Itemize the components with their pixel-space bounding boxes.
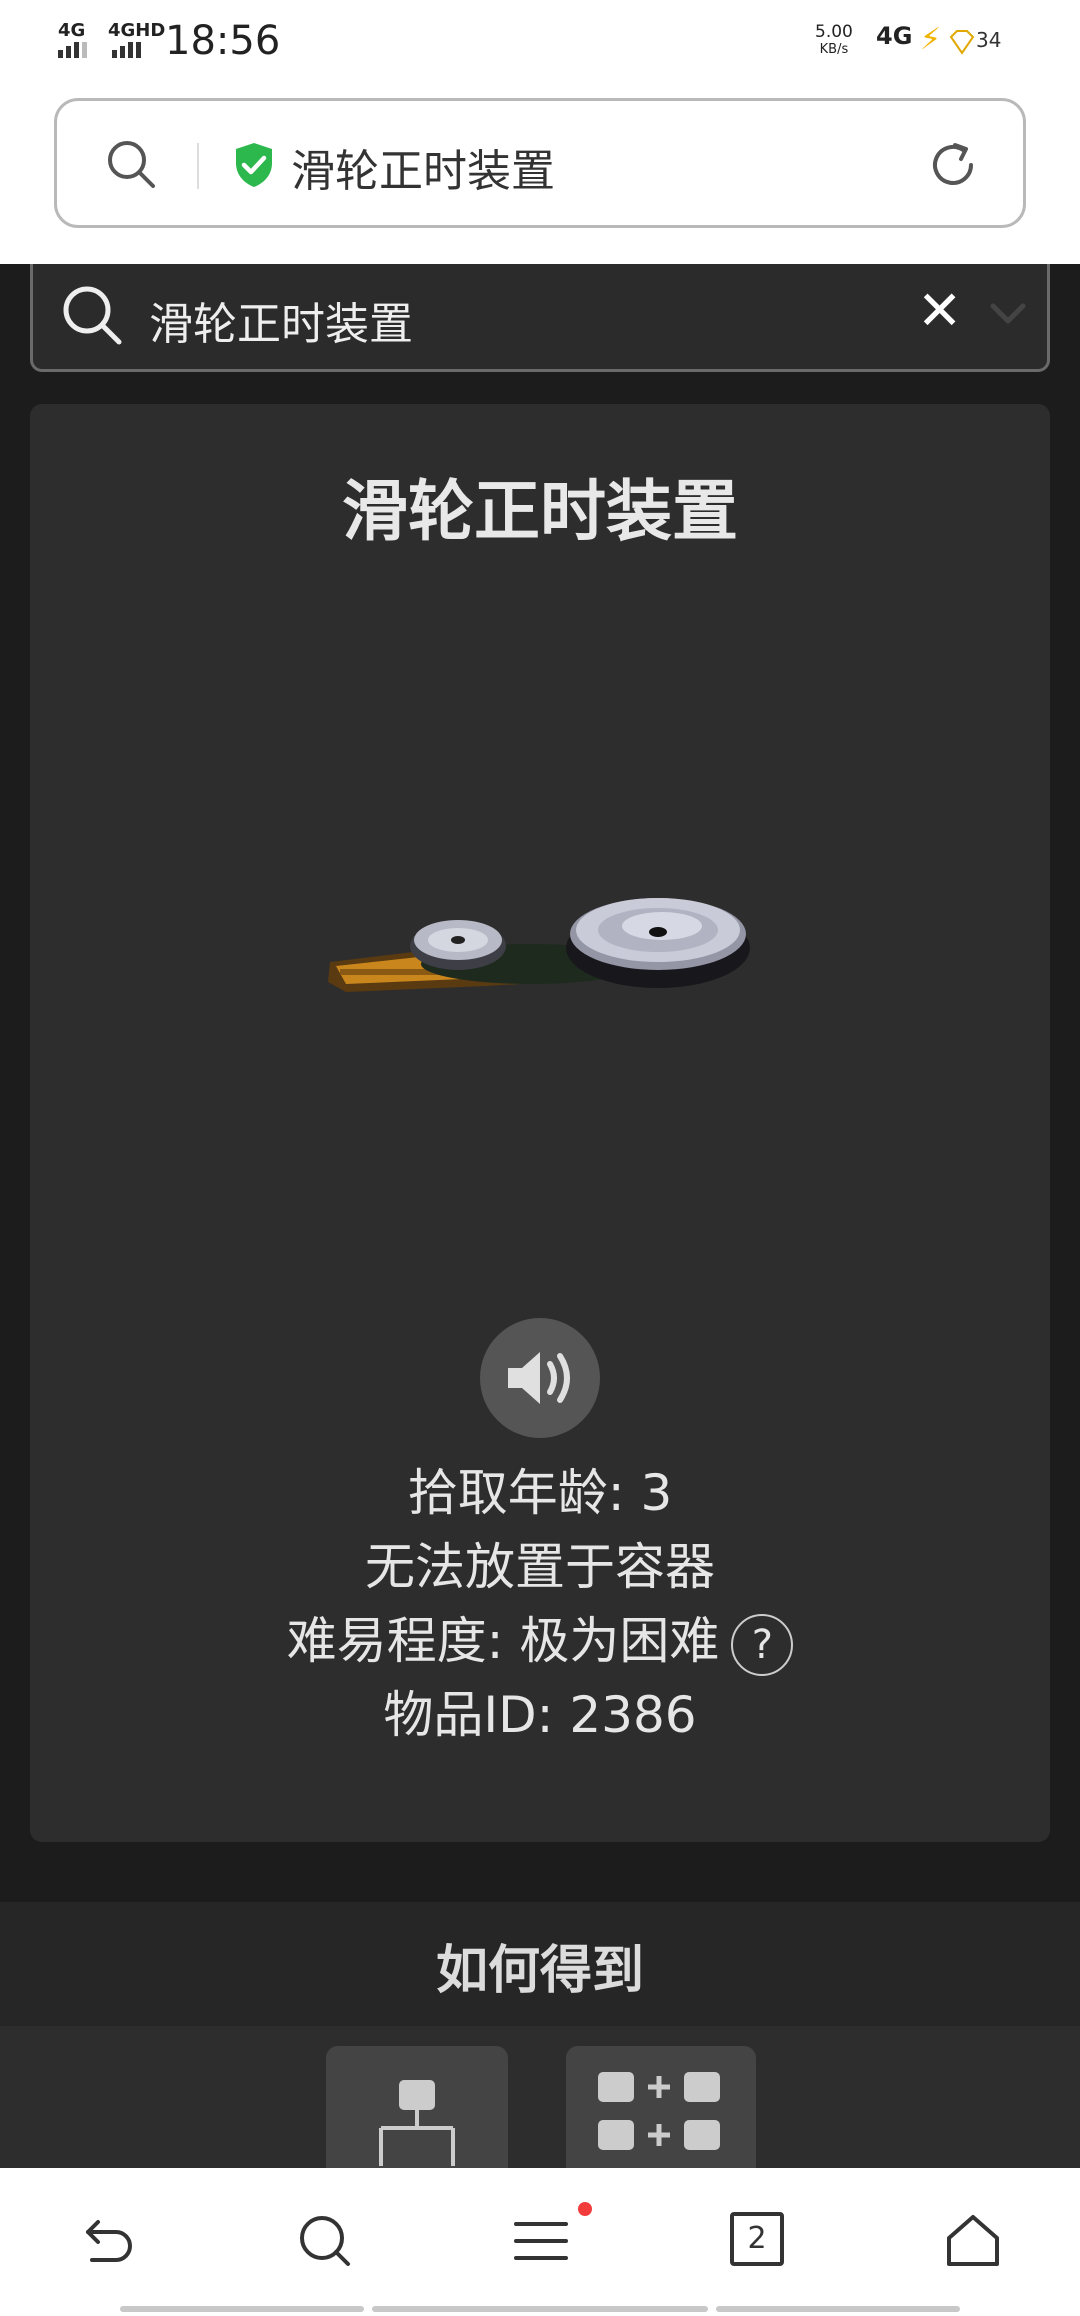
- network-speed: 5.00 KB/s: [815, 24, 853, 58]
- recipe-tree-tab[interactable]: [326, 2046, 508, 2168]
- combine-grid-icon: [598, 2072, 720, 2150]
- signal-bars-1-icon: [58, 42, 87, 58]
- search-icon[interactable]: [296, 2212, 354, 2270]
- back-icon[interactable]: [80, 2212, 138, 2270]
- search-icon: [63, 286, 122, 345]
- secure-shield-icon: [236, 143, 272, 187]
- address-text[interactable]: 滑轮正时装置: [291, 135, 555, 199]
- network-speed-unit: KB/s: [819, 42, 849, 57]
- play-sound-button[interactable]: [480, 1318, 600, 1438]
- battery-level: 34: [948, 28, 1001, 55]
- recipe-combine-tab[interactable]: [566, 2046, 756, 2168]
- item-title: 滑轮正时装置: [342, 473, 738, 550]
- tabs-button[interactable]: 2: [730, 2212, 784, 2266]
- page-content: 滑轮正时装置 ✕ 滑轮正时装置 拾取年龄: 3 无法放置于容器 难易程度: 极为…: [0, 264, 1080, 2168]
- container-rule: 无法放置于容器: [365, 1538, 715, 1596]
- divider: [197, 143, 199, 189]
- reload-icon[interactable]: [925, 137, 981, 193]
- network-type: 4G: [876, 22, 913, 50]
- signal-bars-2-icon: [112, 42, 141, 58]
- gesture-bar-left: [120, 2306, 364, 2312]
- status-bar: 4G 4GHD 18:56 5.00 KB/s 4G ⚡ 34: [0, 0, 1080, 86]
- address-bar[interactable]: 滑轮正时装置: [54, 98, 1026, 228]
- how-to-get-title: 如何得到: [435, 1941, 644, 2001]
- how-to-get-header: 如何得到: [0, 1902, 1080, 2026]
- search-input[interactable]: 滑轮正时装置: [149, 288, 413, 352]
- gesture-bar-right: [716, 2306, 960, 2312]
- tree-diagram-icon: [379, 2080, 455, 2166]
- bottom-nav: 2: [0, 2168, 1080, 2316]
- menu-icon[interactable]: [512, 2212, 570, 2270]
- item-info: 拾取年龄: 3 无法放置于容器 难易程度: 极为困难? 物品ID: 2386: [30, 1456, 1050, 1752]
- charging-icon: ⚡: [920, 22, 942, 57]
- chevron-down-icon[interactable]: [985, 290, 1031, 336]
- item-search-box[interactable]: 滑轮正时装置 ✕: [30, 264, 1050, 372]
- clock: 18:56: [165, 18, 281, 64]
- signal-label-1: 4G: [58, 20, 86, 41]
- signal-label-2: 4GHD: [108, 20, 166, 41]
- browser-toolbar: 滑轮正时装置: [0, 86, 1080, 264]
- gesture-bar-center: [372, 2306, 708, 2312]
- pulley-timing-device-image: [328, 898, 750, 992]
- item-id: 物品ID: 2386: [383, 1686, 697, 1744]
- battery-icon: [949, 29, 975, 55]
- home-icon[interactable]: [944, 2212, 1002, 2270]
- pickup-age: 拾取年龄: 3: [407, 1464, 673, 1522]
- tab-count: 2: [747, 2221, 767, 2256]
- difficulty-help-button[interactable]: ?: [731, 1613, 794, 1676]
- difficulty-row: 难易程度: 极为困难?: [30, 1604, 1050, 1678]
- battery-percent: 34: [976, 28, 1002, 52]
- network-speed-value: 5.00: [815, 22, 853, 42]
- how-to-get-tabs: [0, 2026, 1080, 2168]
- speaker-icon: [508, 1352, 570, 1404]
- item-card: 滑轮正时装置 拾取年龄: 3 无法放置于容器 难易程度: 极为困难 ? 物品ID…: [30, 404, 1050, 1842]
- menu-notification-badge: [578, 2202, 592, 2216]
- search-icon[interactable]: [105, 138, 157, 190]
- difficulty: 难易程度: 极为困难: [286, 1612, 720, 1670]
- clear-icon[interactable]: ✕: [917, 284, 962, 338]
